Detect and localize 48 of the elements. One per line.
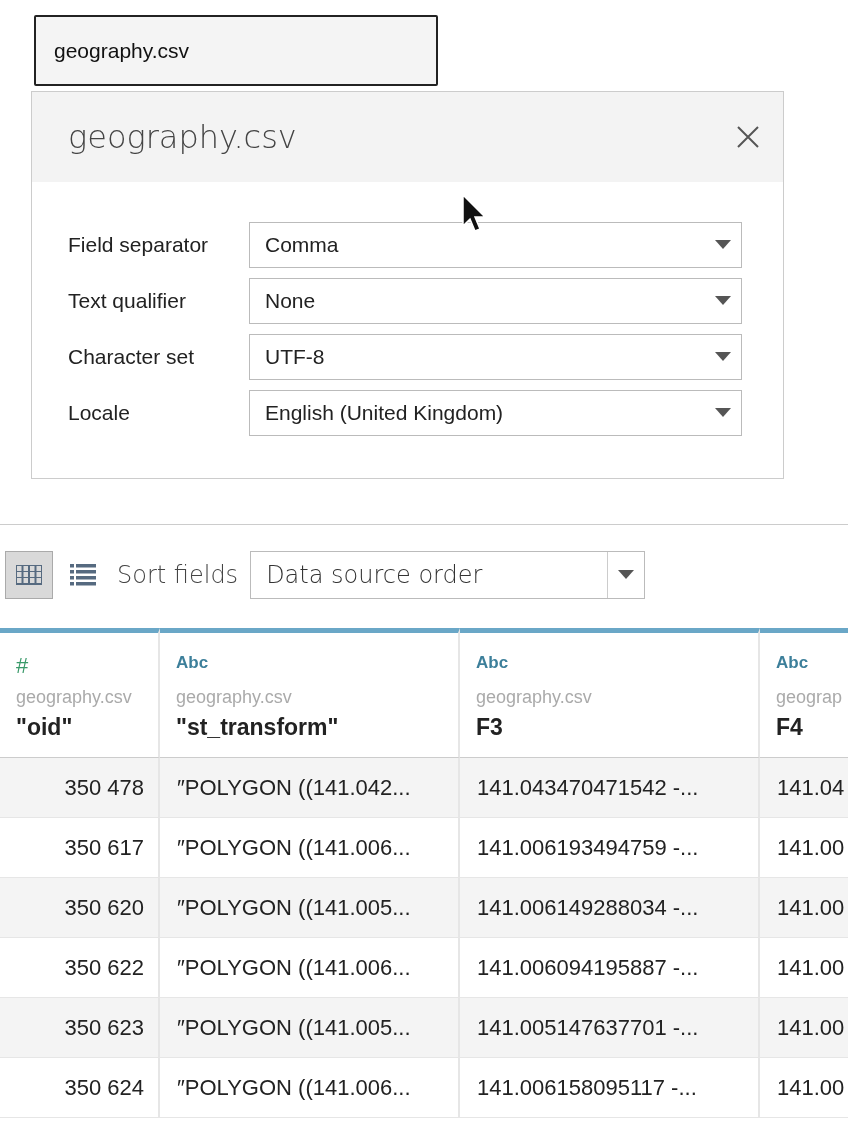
- sort-dropdown[interactable]: Data source order: [250, 551, 646, 599]
- dropdown[interactable]: UTF-8: [249, 334, 742, 380]
- sort-fields-label: Sort fields: [117, 561, 239, 589]
- dropdown[interactable]: Comma: [249, 222, 742, 268]
- table-cell: 141.04: [760, 758, 848, 818]
- column-name: "st_transform": [176, 714, 340, 741]
- data-type-label[interactable]: Abc: [176, 653, 442, 675]
- field-label: Field separator: [68, 233, 210, 257]
- list-icon: [70, 564, 96, 586]
- field-label: Locale: [68, 401, 131, 425]
- file-tab[interactable]: geography.csv: [34, 15, 438, 86]
- table-cell: 141.043470471542 -...: [460, 758, 760, 818]
- data-type-label[interactable]: Abc: [476, 653, 742, 675]
- dropdown[interactable]: English (United Kingdom): [249, 390, 742, 436]
- close-icon[interactable]: [737, 126, 759, 148]
- column-source: geography.csv: [176, 687, 293, 708]
- table-cell: 141.00: [760, 998, 848, 1058]
- table-cell: ″POLYGON ((141.005...: [160, 878, 460, 938]
- caret-icon: [715, 296, 731, 306]
- field-label: Character set: [68, 345, 196, 369]
- column-name: F4: [776, 714, 804, 741]
- column-source: geograp: [776, 687, 844, 708]
- column-source: geography.csv: [476, 687, 593, 708]
- table-cell: ″POLYGON ((141.006...: [160, 1058, 460, 1118]
- caret-icon: [618, 570, 635, 580]
- table-cell: 141.00: [760, 1058, 848, 1118]
- table-cell: 350 624: [0, 1058, 160, 1118]
- table-cell: 141.005147637701 -...: [460, 998, 760, 1058]
- grid-icon: [16, 565, 42, 585]
- data-type-label[interactable]: Abc: [776, 653, 848, 675]
- table-cell: 141.006149288034 -...: [460, 878, 760, 938]
- view-toggle-button[interactable]: [5, 551, 53, 599]
- table-cell: 350 623: [0, 998, 160, 1058]
- dialog-title: geography.csv: [68, 118, 297, 156]
- table-cell: 141.00: [760, 878, 848, 938]
- table-cell: ″POLYGON ((141.005...: [160, 998, 460, 1058]
- table-cell: 350 620: [0, 878, 160, 938]
- column-name: F3: [476, 714, 504, 741]
- table-cell: 141.006158095117 -...: [460, 1058, 760, 1118]
- caret-icon: [715, 408, 731, 418]
- table-cell: ″POLYGON ((141.042...: [160, 758, 460, 818]
- column-name: "oid": [16, 714, 74, 741]
- caret-icon: [715, 240, 731, 250]
- field-label: Text qualifier: [68, 289, 187, 313]
- caret-icon: [715, 352, 731, 362]
- column-source: geography.csv: [16, 687, 133, 708]
- dropdown[interactable]: None: [249, 278, 742, 324]
- table-cell: 350 478: [0, 758, 160, 818]
